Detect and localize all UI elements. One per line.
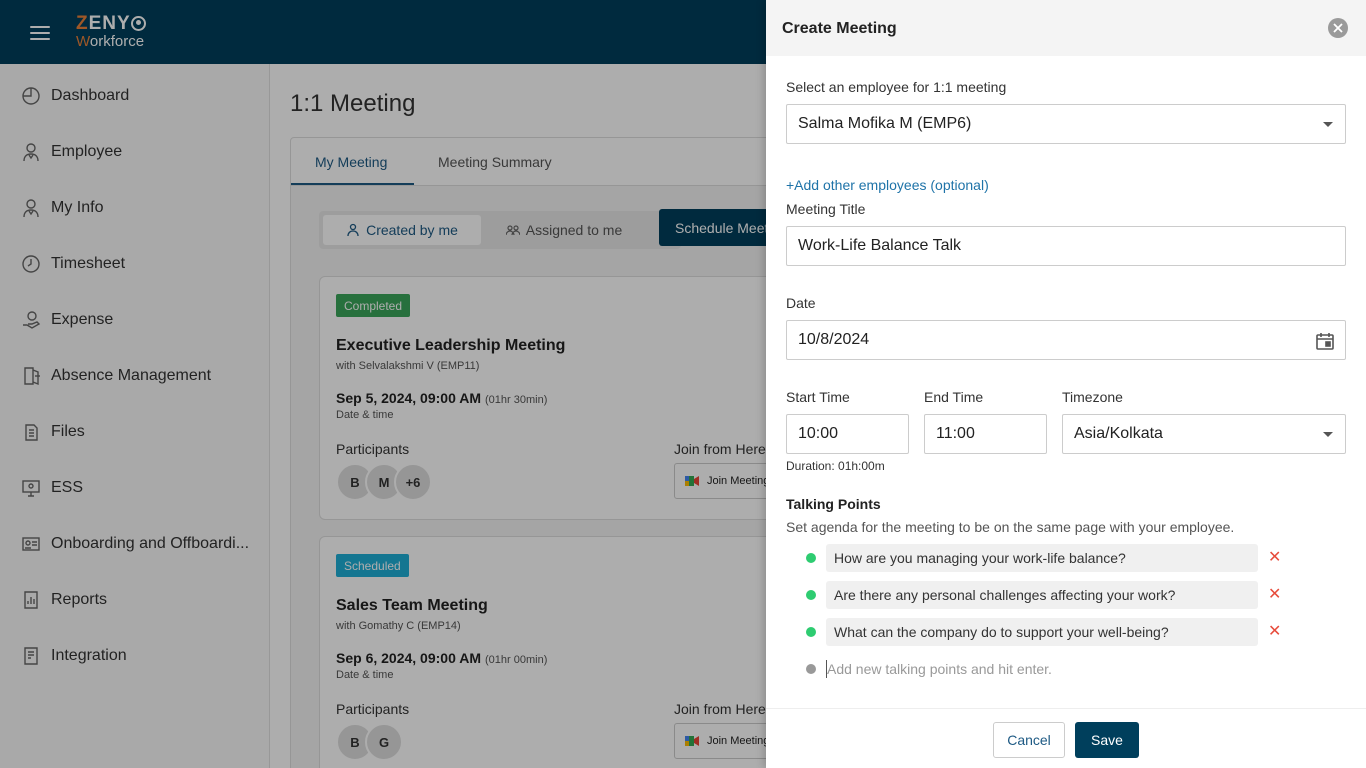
bullet-dot-icon — [806, 664, 816, 674]
bullet-dot-icon — [806, 553, 816, 563]
close-icon — [1333, 23, 1343, 33]
end-time-input[interactable]: 11:00 — [924, 414, 1047, 454]
remove-icon[interactable]: ✕ — [1268, 584, 1281, 604]
talking-point-item: What can the company do to support your … — [806, 618, 1306, 646]
chevron-down-icon — [1323, 122, 1333, 127]
talking-point-text[interactable]: What can the company do to support your … — [826, 618, 1258, 646]
talking-point-item: Are there any personal challenges affect… — [806, 581, 1306, 609]
add-other-employees-link[interactable]: +Add other employees (optional) — [786, 177, 989, 193]
calendar-icon[interactable] — [1315, 331, 1335, 351]
talking-points-heading: Talking Points — [786, 496, 881, 512]
talking-point-text[interactable]: Are there any personal challenges affect… — [826, 581, 1258, 609]
employee-select[interactable]: Salma Mofika M (EMP6) — [786, 104, 1346, 144]
create-meeting-drawer: Create Meeting Select an employee for 1:… — [766, 0, 1366, 768]
timezone-label: Timezone — [1062, 389, 1123, 405]
drawer-footer: Cancel Save — [766, 708, 1366, 768]
cancel-button[interactable]: Cancel — [993, 722, 1065, 758]
meeting-title-input[interactable]: Work-Life Balance Talk — [786, 226, 1346, 266]
meeting-title-label: Meeting Title — [786, 201, 866, 217]
modal-backdrop[interactable] — [0, 0, 766, 768]
bullet-dot-icon — [806, 590, 816, 600]
start-time-input[interactable]: 10:00 — [786, 414, 909, 454]
end-time-label: End Time — [924, 389, 984, 405]
employee-select-label: Select an employee for 1:1 meeting — [786, 79, 1007, 95]
bullet-dot-icon — [806, 627, 816, 637]
save-button[interactable]: Save — [1075, 722, 1139, 758]
timezone-select[interactable]: Asia/Kolkata — [1062, 414, 1346, 454]
duration-text: Duration: 01h:00m — [786, 459, 885, 473]
talking-points-subtitle: Set agenda for the meeting to be on the … — [786, 519, 1235, 535]
close-button[interactable] — [1328, 18, 1348, 38]
new-talking-point-input[interactable]: Add new talking points and hit enter. — [826, 660, 1126, 678]
timezone-value: Asia/Kolkata — [1074, 425, 1163, 442]
date-input[interactable]: 10/8/2024 — [786, 320, 1346, 360]
start-time-label: Start Time — [786, 389, 850, 405]
drawer-title: Create Meeting — [782, 20, 897, 37]
drawer-header: Create Meeting — [766, 0, 1366, 56]
remove-icon[interactable]: ✕ — [1268, 547, 1281, 567]
date-label: Date — [786, 295, 816, 311]
date-value: 10/8/2024 — [798, 331, 870, 348]
talking-point-text[interactable]: How are you managing your work-life bala… — [826, 544, 1258, 572]
remove-icon[interactable]: ✕ — [1268, 621, 1281, 641]
chevron-down-icon — [1323, 432, 1333, 437]
new-talking-point-row: Add new talking points and hit enter. — [806, 655, 1306, 683]
employee-select-value: Salma Mofika M (EMP6) — [798, 115, 972, 132]
talking-point-item: How are you managing your work-life bala… — [806, 544, 1306, 572]
